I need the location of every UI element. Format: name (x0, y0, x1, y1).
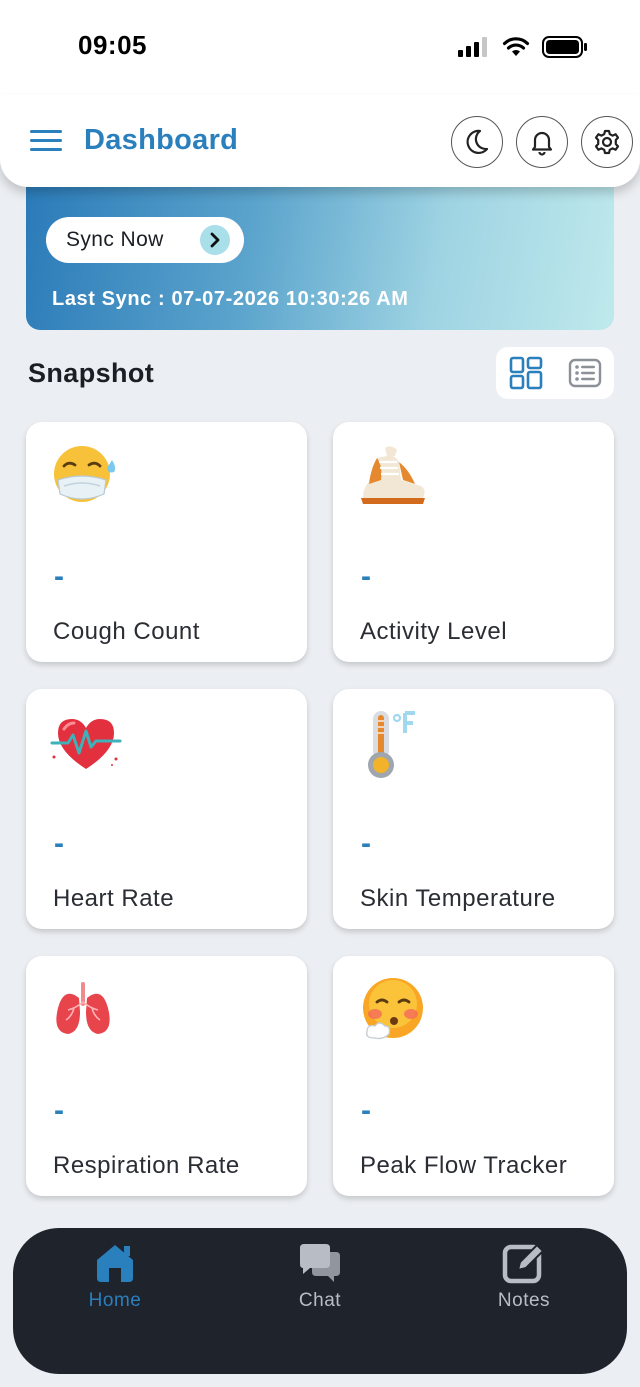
card-heart-rate[interactable]: - Heart Rate (26, 689, 307, 929)
masked-face-icon (54, 446, 116, 502)
card-label: Cough Count (53, 618, 200, 645)
nav-item-notes[interactable]: Notes (464, 1242, 584, 1314)
sneaker-icon (361, 446, 425, 504)
card-label: Respiration Rate (53, 1152, 240, 1179)
card-label: Peak Flow Tracker (360, 1152, 568, 1179)
gear-icon (594, 129, 620, 155)
last-sync-text: Last Sync : 07-07-2026 10:30:26 AM (52, 288, 409, 310)
status-icons (458, 36, 588, 58)
card-value: - (54, 560, 64, 593)
status-time: 09:05 (78, 30, 147, 60)
status-bar: 09:05 (0, 0, 640, 95)
page-title: Dashboard (84, 124, 239, 156)
card-skin-temperature[interactable]: - Skin Temperature (333, 689, 614, 929)
card-value: - (54, 1094, 64, 1127)
app-header: Dashboard (0, 95, 640, 187)
card-respiration-rate[interactable]: - Respiration Rate (26, 956, 307, 1196)
settings-button[interactable] (581, 116, 633, 168)
grid-view-icon (509, 356, 542, 390)
card-cough-count[interactable]: - Cough Count (26, 422, 307, 662)
home-icon (97, 1245, 133, 1282)
edit-note-icon (502, 1243, 545, 1284)
exhaling-face-icon (363, 978, 423, 1040)
card-label: Activity Level (360, 618, 508, 645)
grid-view-button[interactable] (506, 353, 546, 393)
nav-item-home[interactable]: Home (55, 1242, 175, 1314)
chevron-right-icon (200, 225, 230, 255)
card-label: Heart Rate (53, 885, 175, 912)
snapshot-title: Snapshot (28, 358, 155, 388)
list-view-button[interactable] (565, 353, 605, 393)
card-value: - (361, 1094, 371, 1127)
card-value: - (361, 560, 371, 593)
sync-now-button[interactable]: Sync Now (46, 217, 244, 263)
sync-now-label: Sync Now (66, 228, 164, 251)
card-label: Skin Temperature (360, 885, 556, 912)
card-value: - (54, 827, 64, 860)
chat-icon (300, 1244, 340, 1282)
nav-label-home: Home (88, 1290, 142, 1311)
notifications-button[interactable] (516, 116, 568, 168)
card-activity-level[interactable]: - Activity Level (333, 422, 614, 662)
cellular-signal-icon (458, 37, 487, 57)
battery-icon (542, 36, 587, 58)
nav-label-notes: Notes (497, 1290, 551, 1311)
heart-pulse-icon (50, 719, 122, 769)
moon-icon (466, 129, 489, 154)
nav-item-chat[interactable]: Chat (260, 1242, 380, 1314)
bell-icon (531, 131, 553, 156)
nav-label-chat: Chat (298, 1290, 342, 1311)
dark-mode-button[interactable] (451, 116, 503, 168)
thermometer-icon (368, 711, 415, 778)
lungs-icon (56, 982, 110, 1034)
list-view-icon (568, 358, 601, 388)
wifi-icon (502, 37, 530, 56)
view-toggle (496, 347, 614, 399)
bottom-nav: Home Chat Notes (13, 1228, 627, 1374)
hamburger-menu-icon[interactable] (30, 130, 62, 152)
card-peak-flow-tracker[interactable]: - Peak Flow Tracker (333, 956, 614, 1196)
card-value: - (361, 827, 371, 860)
